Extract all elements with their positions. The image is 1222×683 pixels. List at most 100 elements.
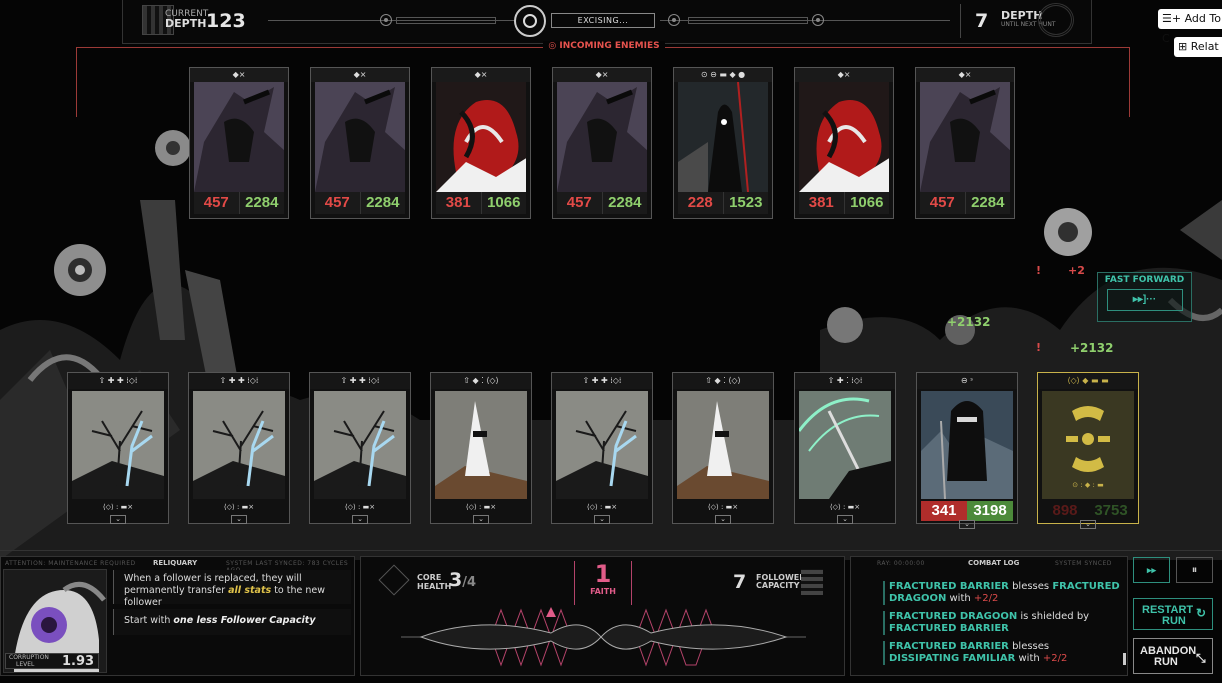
enemy-art (799, 82, 889, 192)
follower-art (72, 391, 164, 499)
follower-ability-icons: ⟨◇⟩ : ▬× (707, 503, 739, 511)
follower-ability-icons: ⟨◇⟩ : ▬× (586, 503, 618, 511)
list-add-icon: ☰+ (1162, 12, 1182, 25)
core-health-icon (378, 564, 410, 596)
enemy-trait-icons: ◆× (311, 68, 409, 82)
enemy-health: 2284 (602, 192, 647, 214)
enemy-card[interactable]: ⊙ ⊖ ▬ ◆ ● 228 1523 (673, 67, 773, 219)
capacity-icon (801, 569, 823, 595)
enemy-card[interactable]: ◆× 381 1066 (431, 67, 531, 219)
chevron-down-icon[interactable]: ⌄ (473, 515, 489, 524)
enemy-art (315, 82, 405, 192)
combat-log-title: COMBAT LOG (968, 559, 1020, 567)
follower-ability-icons: ⟨◇⟩ : ▬× (102, 503, 134, 511)
follower-card[interactable]: ⇧ ✚ ✚ ⁞◇⁞ ⟨◇⟩ : ▬× ⌄ (188, 372, 290, 524)
follower-card[interactable]: ⇧ ✚ ✚ ⁞◇⁞ ⟨◇⟩ : ▬× ⌄ (551, 372, 653, 524)
follower-card[interactable]: ⇧ ✚ ✚ ⁞◇⁞ ⟨◇⟩ : ▬× ⌄ (309, 372, 411, 524)
depth-node (380, 14, 392, 26)
pause-button[interactable]: ⏸ (1176, 557, 1213, 583)
map-icon: ⊞ (1178, 40, 1188, 53)
follower-card[interactable]: ⇧ ◆ ⁚ ⟨◇⟩ ⟨◇⟩ : ▬× ⌄ (672, 372, 774, 524)
follower-art (314, 391, 406, 499)
knight-attack: 341 (921, 501, 967, 521)
speed-button[interactable]: ▸▸ (1133, 557, 1170, 583)
enemy-card[interactable]: ◆× 457 2284 (310, 67, 410, 219)
log-scrollbar[interactable] (1123, 653, 1126, 665)
chevron-down-icon[interactable]: ⌄ (715, 515, 731, 524)
follower-card-selected[interactable]: ⟨◇⟩ ◆ ▬ ▬ ⊙ : ◆ : ▬ 898 3753 ⌄ (1037, 372, 1139, 529)
enemy-trait-icons: ◆× (553, 68, 651, 82)
follower-card[interactable]: ⇧ ✚ ⁚ ⁞◇⁞ ⟨◇⟩ : ▬× ⌄ (794, 372, 896, 524)
related-button[interactable]: ⊞ Relat (1174, 37, 1222, 57)
enemy-attack: 381 (799, 192, 845, 214)
add-to-button[interactable]: ☰+ Add To C (1158, 9, 1222, 45)
corruption-level: CORRUPTION LEVEL 1.93 (5, 653, 99, 669)
enemy-art (678, 82, 768, 192)
hunt-emblem-icon (1038, 3, 1074, 37)
follower-art (677, 391, 769, 499)
follower-trait-icons: ⇧ ◆ ⁚ ⟨◇⟩ (431, 373, 531, 389)
relic-effect-1: When a follower is replaced, they will p… (113, 570, 351, 608)
enemy-health: 1523 (723, 192, 768, 214)
fast-forward-button[interactable]: ▸▸]··· (1106, 289, 1183, 311)
depth-progress-segment (396, 17, 496, 24)
enemy-card[interactable]: ◆× 381 1066 (794, 67, 894, 219)
fast-forward-label: FAST FORWARD (1104, 275, 1185, 285)
combat-log-entry: FRACTURED DRAGOON is shielded by FRACTUR… (883, 611, 1121, 635)
core-health-value: 3/4 (449, 569, 477, 591)
enemy-art (557, 82, 647, 192)
enemy-card[interactable]: ◆× 457 2284 (552, 67, 652, 219)
chevron-down-icon[interactable]: ⌄ (1080, 520, 1096, 529)
exit-icon: ⤡ (1196, 651, 1206, 665)
fast-forward-panel: FAST FORWARD ▸▸]··· (1097, 272, 1192, 322)
enemy-trait-icons: ◆× (795, 68, 893, 82)
enemy-health: 1066 (481, 192, 526, 214)
enemy-attack: 457 (557, 192, 603, 214)
enemy-health: 2284 (965, 192, 1010, 214)
follower-trait-icons: ⇧ ✚ ✚ ⁞◇⁞ (552, 373, 652, 389)
chevron-down-icon[interactable]: ⌄ (110, 515, 126, 524)
restart-icon: ↻ (1196, 606, 1207, 620)
enemy-trait-icons: ⊙ ⊖ ▬ ◆ ● (674, 68, 772, 82)
chevron-down-icon[interactable]: ⌄ (352, 515, 368, 524)
alert-marker: ! (1036, 341, 1042, 354)
core-health-label: CORE (417, 573, 442, 582)
follower-card-knight[interactable]: ⊖ ˢ 341 3198 ⌄ (916, 372, 1018, 529)
relic-effect-2: Start with one less Follower Capacity (113, 609, 351, 635)
faith-value: 1 (594, 560, 612, 588)
follower-ability-icons: ⟨◇⟩ : ▬× (465, 503, 497, 511)
chevron-down-icon[interactable]: ⌄ (231, 515, 247, 524)
chevron-down-icon[interactable]: ⌄ (594, 515, 610, 524)
restart-run-button[interactable]: RESTART RUN ↻ (1133, 598, 1213, 630)
abandon-run-button[interactable]: ABANDON RUN ⤡ (1133, 638, 1213, 674)
follower-art (193, 391, 285, 499)
chevron-down-icon[interactable]: ⌄ (959, 520, 975, 529)
follower-ability-icons: ⟨◇⟩ : ▬× (344, 503, 376, 511)
pause-icon: ⏸ (1191, 563, 1198, 576)
capacity-value: 7 (733, 571, 747, 593)
enemy-attack: 228 (678, 192, 724, 214)
follower-art (799, 391, 891, 499)
faith-ornament (401, 607, 806, 667)
stat-gain-text: +2132 (947, 315, 991, 329)
enemy-art (194, 82, 284, 192)
follower-trait-icons: ⇧ ◆ ⁚ ⟨◇⟩ (673, 373, 773, 389)
enemy-health: 2284 (239, 192, 284, 214)
follower-trait-icons: ⇧ ✚ ⁚ ⁞◇⁞ (795, 373, 895, 389)
target-icon: ◎ (548, 41, 560, 51)
chevron-down-icon[interactable]: ⌄ (837, 515, 853, 524)
excising-status: EXCISING... (551, 13, 655, 28)
enemy-attack: 457 (194, 192, 240, 214)
enemy-trait-icons: ◆× (916, 68, 1014, 82)
combat-log-entries: FRACTURED BARRIER blesses FRACTURED DRAG… (883, 581, 1121, 671)
current-depth-value: 123 (206, 10, 246, 32)
selected-health: 3753 (1094, 502, 1128, 519)
enemy-card[interactable]: ◆× 457 2284 (189, 67, 289, 219)
enemy-card[interactable]: ◆× 457 2284 (915, 67, 1015, 219)
follower-art (435, 391, 527, 499)
follower-card[interactable]: ⇧ ✚ ✚ ⁞◇⁞ ⟨◇⟩ : ▬× ⌄ (67, 372, 169, 524)
follower-card[interactable]: ⇧ ◆ ⁚ ⟨◇⟩ ⟨◇⟩ : ▬× ⌄ (430, 372, 532, 524)
fast-forward-icon: ▸▸ (1146, 565, 1157, 575)
depth-node (668, 14, 680, 26)
follower-art (556, 391, 648, 499)
